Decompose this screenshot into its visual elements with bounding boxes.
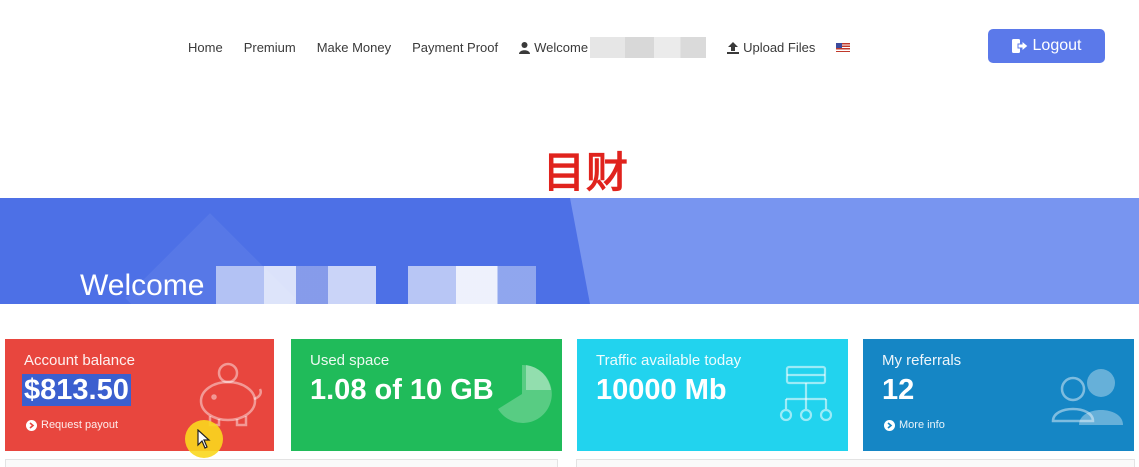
card-value: 12: [882, 374, 915, 406]
redacted-username: [590, 37, 707, 58]
logout-icon: [1011, 39, 1028, 53]
card-label: My referrals: [882, 352, 962, 369]
network-icon: [779, 365, 833, 422]
more-info-link[interactable]: More info: [884, 419, 945, 431]
upload-icon: [727, 41, 740, 54]
chevron-circle-icon: [26, 419, 37, 431]
page: Home Premium Make Money Payment Proof We…: [0, 0, 1139, 467]
card-value: $813.50: [22, 374, 131, 407]
lower-panel-right: [576, 459, 1135, 467]
request-payout-label: Request payout: [41, 419, 119, 431]
nav-make-money[interactable]: Make Money: [317, 40, 391, 55]
nav-home[interactable]: Home: [188, 40, 223, 55]
logout-label: Logout: [1032, 37, 1082, 54]
users-icon: [1051, 369, 1123, 425]
used-space-card: Used space 1.08 of 10 GB: [291, 339, 562, 451]
chevron-circle-icon: [884, 419, 895, 431]
more-info-label: More info: [899, 419, 945, 431]
card-label: Used space: [310, 352, 390, 369]
stats-cards: Account balance $813.50 Request payout U…: [5, 339, 1135, 451]
nav-upload-label: Upload Files: [743, 40, 816, 55]
cursor-icon: [197, 429, 211, 449]
pie-chart-icon: [498, 364, 552, 423]
page-title: 目财: [543, 148, 630, 197]
card-value: 10000 Mb: [596, 374, 727, 406]
nav-links: Home Premium Make Money Payment Proof We…: [188, 37, 851, 58]
nav-welcome[interactable]: Welcome: [519, 37, 707, 58]
card-label: Account balance: [24, 352, 135, 369]
top-navbar: Home Premium Make Money Payment Proof We…: [0, 0, 1139, 92]
nav-welcome-label: Welcome: [534, 40, 589, 55]
traffic-card: Traffic available today 10000 Mb: [577, 339, 848, 451]
lower-panel-left: [5, 459, 558, 467]
balance-value: $813.50: [22, 374, 131, 406]
card-label: Traffic available today: [596, 352, 742, 369]
nav-upload-files[interactable]: Upload Files: [727, 40, 815, 55]
request-payout-link[interactable]: Request payout: [26, 419, 118, 431]
redacted-welcome-name: [216, 266, 536, 304]
nav-payment-proof[interactable]: Payment Proof: [412, 40, 498, 55]
account-balance-card: Account balance $813.50 Request payout: [5, 339, 274, 451]
nav-premium[interactable]: Premium: [244, 40, 296, 55]
user-icon: [519, 41, 531, 54]
us-flag-icon[interactable]: [836, 43, 851, 52]
welcome-heading: Welcome: [80, 269, 205, 302]
referrals-card: My referrals 12 More info: [863, 339, 1134, 451]
piggy-bank-icon: [199, 362, 262, 427]
logout-button[interactable]: Logout: [988, 29, 1105, 63]
card-value: 1.08 of 10 GB: [310, 374, 494, 406]
